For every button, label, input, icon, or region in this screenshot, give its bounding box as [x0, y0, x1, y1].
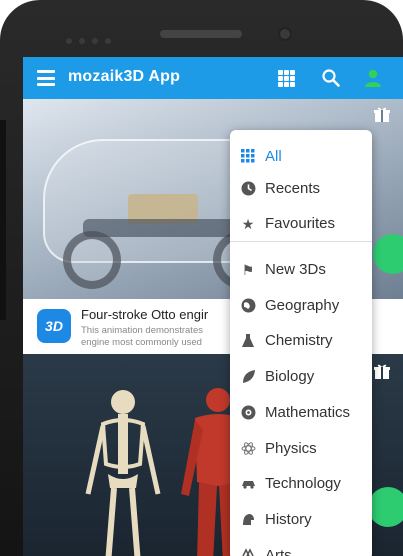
menu-item-new-3ds[interactable]: ⚑ New 3Ds: [230, 253, 372, 287]
clock-icon: [240, 181, 256, 197]
flag-icon: ⚑: [241, 262, 255, 278]
math-icon: [240, 405, 256, 421]
flask-icon: [240, 333, 256, 349]
menu-item-label: All: [265, 148, 282, 165]
menu-item-label: Geography: [265, 297, 340, 314]
app-screen: mozaik3D App 3D Four-stroke Otto engir T…: [23, 57, 403, 556]
mozaik-3d-logo-icon: 3D: [37, 309, 71, 343]
menu-item-biology[interactable]: Biology: [230, 360, 372, 394]
menu-item-recents[interactable]: Recents: [230, 172, 372, 206]
atom-icon: [240, 441, 256, 457]
menu-divider: [230, 241, 372, 242]
menu-item-label: Physics: [265, 440, 317, 457]
categories-grid-icon[interactable]: [278, 70, 295, 87]
play-fab-button[interactable]: [373, 234, 403, 274]
gift-icon[interactable]: [373, 362, 391, 380]
menu-item-label: Arts: [265, 547, 292, 556]
menu-item-favourites[interactable]: ★ Favourites: [230, 207, 372, 241]
grid-icon: [240, 149, 256, 165]
menu-item-physics[interactable]: Physics: [230, 432, 372, 466]
leaf-icon: [240, 369, 256, 385]
user-account-icon[interactable]: [363, 68, 383, 88]
menu-item-label: Technology: [265, 475, 341, 492]
globe-icon: [240, 298, 256, 314]
front-camera: [278, 27, 292, 41]
phone-speaker: [160, 30, 242, 38]
palette-icon: [240, 548, 256, 556]
menu-item-label: Favourites: [265, 215, 336, 232]
phone-side-button: [0, 120, 6, 320]
card-title: Four-stroke Otto engir: [81, 307, 209, 322]
menu-item-chemistry[interactable]: Chemistry: [230, 324, 372, 358]
app-title: mozaik3D App: [68, 68, 181, 85]
card-description: This animation demonstrates engine most …: [81, 325, 231, 349]
app-bar: mozaik3D App: [23, 57, 403, 99]
menu-item-label: New 3Ds: [265, 261, 326, 278]
skeleton-illustration: [85, 390, 161, 556]
play-fab-button[interactable]: [368, 487, 403, 527]
category-dropdown-menu: All Recents ★ Favourites ⚑ New 3Ds Geogr…: [230, 130, 372, 556]
card-description-text: This animation demonstrates engine most …: [81, 325, 203, 348]
wheel-illustration: [63, 231, 121, 289]
helmet-icon: [240, 512, 256, 528]
menu-item-label: History: [265, 511, 312, 528]
menu-item-history[interactable]: History: [230, 503, 372, 537]
menu-item-mathematics[interactable]: Mathematics: [230, 396, 372, 430]
hamburger-menu-icon[interactable]: [37, 70, 55, 86]
menu-item-label: Recents: [265, 180, 321, 197]
car-icon: [240, 476, 256, 492]
sensor-dots: [66, 31, 126, 44]
menu-item-all[interactable]: All: [230, 140, 372, 174]
gift-icon[interactable]: [373, 105, 391, 123]
search-icon[interactable]: [321, 68, 341, 88]
star-icon: ★: [241, 216, 255, 232]
menu-item-label: Mathematics: [265, 404, 351, 421]
menu-item-technology[interactable]: Technology: [230, 467, 372, 501]
menu-item-label: Biology: [265, 368, 315, 385]
menu-item-geography[interactable]: Geography: [230, 289, 372, 323]
menu-item-arts[interactable]: Arts: [230, 539, 372, 556]
menu-item-label: Chemistry: [265, 332, 333, 349]
